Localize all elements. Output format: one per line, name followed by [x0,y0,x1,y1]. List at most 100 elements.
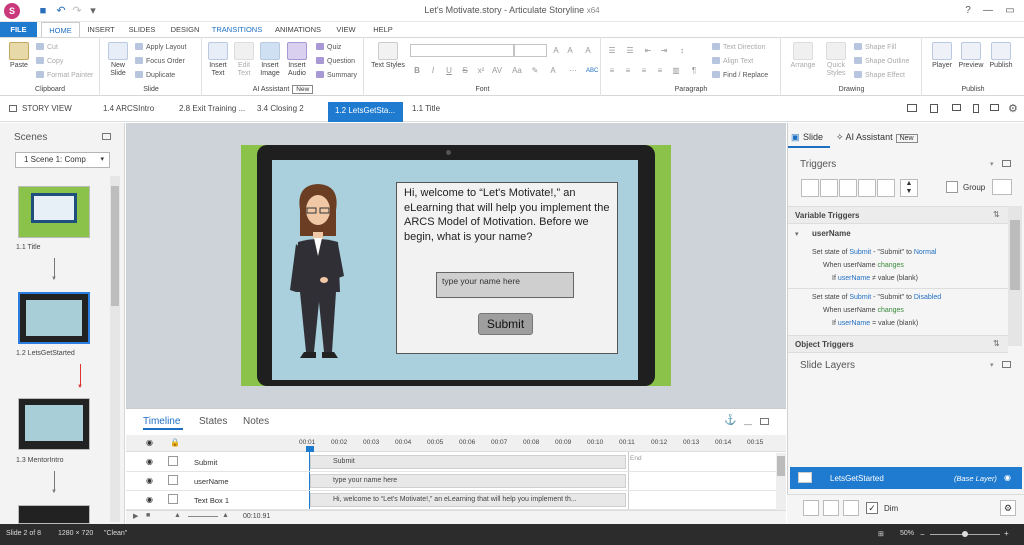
tab-story-view[interactable]: STORY VIEW [22,104,72,113]
bold-icon[interactable]: B [412,66,422,76]
line-spacing-icon[interactable]: ↕ [677,46,687,56]
settings-gear-icon[interactable]: ⚙ [1008,102,1018,115]
find-replace-button[interactable]: Find / Replace [712,71,768,79]
spellcheck-icon[interactable]: ABC [586,66,598,76]
slide-thumb-lets-get-started[interactable] [18,292,90,344]
player-button[interactable]: Player [928,42,956,70]
zoom-minus-icon[interactable]: − [920,530,925,539]
justify-icon[interactable]: ≡ [655,66,665,76]
underline-icon[interactable]: U [444,66,454,76]
duplicate-layer-button[interactable] [823,500,839,516]
align-center-icon[interactable]: ≡ [623,66,633,76]
summary-button[interactable]: Summary [316,71,357,79]
timeline-collapse-icon[interactable]: — [744,420,752,429]
copy-button[interactable]: Copy [36,57,63,65]
restore-icon[interactable]: ▭ [1000,3,1020,19]
align-right-icon[interactable]: ≡ [639,66,649,76]
new-slide-button[interactable]: New Slide [104,42,132,78]
submit-button[interactable]: Submit [478,313,533,335]
zoom-plus-icon[interactable]: + [1004,529,1009,538]
tablet-view-icon[interactable] [930,104,938,113]
zoom-out-icon[interactable]: ▲ [174,512,181,519]
format-painter-button[interactable]: Format Painter [36,71,93,79]
name-input[interactable]: type your name here [436,272,574,298]
phone-landscape-icon[interactable] [990,104,999,111]
variable-triggers-collapse-icon[interactable]: ⇅ [993,210,1000,219]
font-size-select[interactable] [514,44,547,57]
tab-slide-closing-2[interactable]: 3.4 Closing 2 [257,104,304,113]
char-spacing-icon[interactable]: AV [492,66,502,76]
tab-slide-exit-training[interactable]: 2.8 Exit Training ... [179,104,245,113]
clear-format-icon[interactable]: A [583,46,593,56]
shrink-font-icon[interactable]: A [565,46,575,56]
tab-file[interactable]: FILE [0,22,37,37]
delete-layer-button[interactable] [843,500,859,516]
move-trigger-buttons[interactable]: ▲ ▼ [900,179,918,197]
tab-timeline[interactable]: Timeline [143,416,180,427]
edit-trigger-button[interactable] [820,179,838,197]
shape-effect-button[interactable]: Shape Effect [854,71,905,79]
tab-states[interactable]: States [199,416,227,427]
font-color-icon[interactable]: A [548,66,558,76]
row-lock-checkbox[interactable] [168,494,178,504]
quick-styles-button[interactable]: Quick Styles [821,42,851,78]
row-visibility-icon[interactable]: ◉ [146,457,153,466]
variables-button[interactable] [992,179,1012,195]
highlight-icon[interactable]: ✎ [530,66,540,76]
timeline-popout-icon[interactable] [760,418,769,425]
insert-audio-button[interactable]: Insert Audio [283,42,311,78]
tab-slide-panel[interactable]: ▣ Slide [788,126,830,148]
tablet-landscape-icon[interactable] [952,104,961,111]
timeline-scroll-thumb[interactable] [777,456,785,476]
triggers-collapse-icon[interactable]: ▾ [990,160,994,168]
cut-button[interactable]: Cut [36,43,58,51]
insert-text-button[interactable]: Insert Text [205,42,231,78]
superscript-icon[interactable]: x² [476,66,486,76]
new-trigger-button[interactable] [801,179,819,197]
paragraph-icon[interactable]: ¶ [689,66,699,76]
text-direction-button[interactable]: Text Direction [712,43,765,51]
minimize-icon[interactable]: — [978,3,998,19]
layers-collapse-icon[interactable]: ▾ [990,361,994,369]
zoom-slider-handle[interactable] [962,531,968,537]
italic-icon[interactable]: I [428,66,438,76]
paste-trigger-button[interactable] [858,179,876,197]
playhead[interactable] [306,446,314,452]
apply-layout-button[interactable]: Apply Layout [135,43,186,51]
tab-notes[interactable]: Notes [243,416,269,427]
group-checkbox[interactable] [946,181,958,193]
tab-ai-assistant[interactable]: ✧ AI Assistant New [836,132,918,143]
visibility-header-icon[interactable]: ◉ [146,438,153,447]
new-layer-button[interactable] [803,500,819,516]
tab-view[interactable]: VIEW [330,22,362,37]
timeline-bar-username[interactable]: type your name here [310,474,626,488]
lock-header-icon[interactable]: 🔒 [170,438,180,447]
row-lock-checkbox[interactable] [168,456,178,466]
tab-help[interactable]: HELP [364,22,402,37]
shape-fill-button[interactable]: Shape Fill [854,43,896,51]
edit-text-button[interactable]: Edit Text [231,42,257,78]
zoom-in-icon[interactable]: ▲ [222,512,229,519]
shape-outline-button[interactable]: Shape Outline [854,57,909,65]
dim-checkbox[interactable]: ✓ [866,502,878,514]
slide-thumb-title[interactable] [18,186,90,238]
triggers-scroll-thumb[interactable] [1010,220,1020,290]
duplicate-button[interactable]: Duplicate [135,71,175,79]
slide-thumb-next[interactable] [18,505,90,524]
triggers-popout-icon[interactable] [1002,160,1011,167]
layers-popout-icon[interactable] [1002,361,1011,368]
mentor-character[interactable] [286,180,350,362]
play-icon[interactable]: ▶ [133,512,138,520]
decrease-indent-icon[interactable]: ⇤ [643,46,653,56]
layer-visibility-icon[interactable]: ◉ [1004,473,1011,482]
numbering-icon[interactable]: ☰ [625,46,635,56]
arrange-button[interactable]: Arrange [785,42,821,70]
timeline-bar-text-box[interactable]: Hi, welcome to “Let's Motivate!,” an eLe… [310,493,626,507]
timeline-options-icon[interactable]: ⚓ [724,415,736,426]
focus-order-button[interactable]: Focus Order [135,57,185,65]
change-case-icon[interactable]: Aa [512,66,522,76]
variable-expand-icon[interactable]: ▾ [795,230,799,238]
paste-button[interactable]: Paste [5,42,33,70]
text-styles-button[interactable]: Text Styles [368,42,408,70]
tab-slides[interactable]: SLIDES [122,22,162,37]
